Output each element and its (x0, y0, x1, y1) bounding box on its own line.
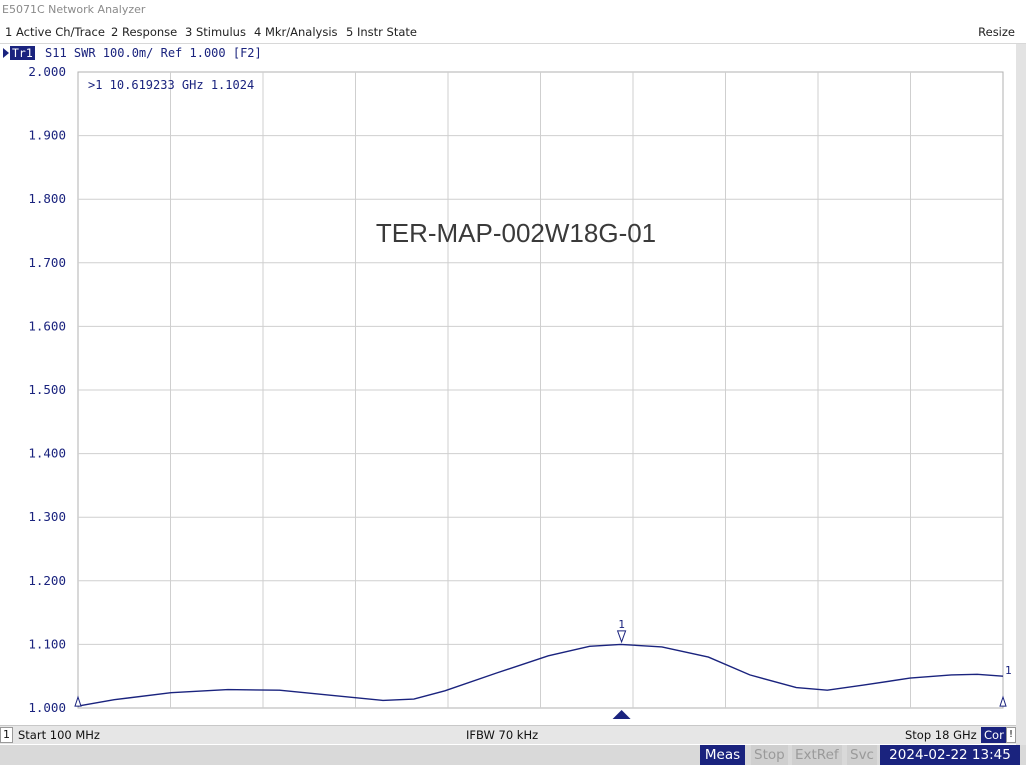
y-tick-label: 1.500 (28, 382, 66, 397)
marker-readout: >1 10.619233 GHz 1.1024 (88, 78, 254, 92)
channel-status-bar: 1 Start 100 MHz IFBW 70 kHz Stop 18 GHz … (0, 725, 1016, 744)
instrument-status-bar: Meas Stop ExtRef Svc 2024-02-22 13:45 (0, 745, 1026, 765)
stop-frequency[interactable]: Stop 18 GHz (905, 728, 977, 742)
y-tick-label: 1.700 (28, 255, 66, 270)
y-tick-label: 1.400 (28, 446, 66, 461)
marker-position-indicator (612, 710, 631, 719)
menu-divider (0, 43, 1026, 44)
marker-1-label: 1 (618, 618, 625, 631)
cor-badge: Cor (981, 727, 1007, 743)
swr-chart: 2.000 1.900 1.800 1.700 1.600 1.500 1.400 1.300… (28, 64, 1012, 719)
y-tick-label: 2.000 (28, 64, 66, 79)
y-tick-label: 1.300 (28, 509, 66, 524)
channel-number[interactable]: 1 (0, 727, 13, 743)
trace-active-arrow-icon (3, 48, 9, 58)
menu-active-ch-trace[interactable]: 1 Active Ch/Trace (5, 25, 105, 39)
y-tick-label: 1.900 (28, 128, 66, 143)
chart-grid (77, 71, 1004, 709)
trace-info: S11 SWR 100.0m/ Ref 1.000 [F2] (45, 46, 262, 60)
trace-header: Tr1 S11 SWR 100.0m/ Ref 1.000 [F2] (0, 45, 1014, 62)
trace-end-label: 1 (1005, 664, 1012, 677)
menu-bar: 1 Active Ch/Trace 2 Response 3 Stimulus … (0, 21, 1026, 43)
trace-label[interactable]: Tr1 (10, 46, 35, 60)
svc-indicator: Svc (847, 745, 877, 765)
y-tick-label: 1.000 (28, 700, 66, 715)
resize-button[interactable]: Resize (978, 25, 1015, 39)
y-tick-label: 1.200 (28, 573, 66, 588)
menu-mkr-analysis[interactable]: 4 Mkr/Analysis (254, 25, 338, 39)
warning-badge: ! (1006, 727, 1016, 743)
y-tick-label: 1.600 (28, 318, 66, 333)
title-bar: E5071C Network Analyzer (0, 0, 1026, 21)
y-tick-label: 1.100 (28, 636, 66, 651)
side-strip (1016, 44, 1026, 745)
y-tick-label: 1.800 (28, 191, 66, 206)
ifbw[interactable]: IFBW 70 kHz (466, 728, 538, 742)
app-title: E5071C Network Analyzer (2, 3, 146, 16)
annotation-text: TER-MAP-002W18G-01 (376, 218, 656, 248)
menu-instr-state[interactable]: 5 Instr State (346, 25, 417, 39)
stop-indicator: Stop (751, 745, 788, 765)
datetime: 2024-02-22 13:45 (880, 745, 1020, 765)
meas-button[interactable]: Meas (700, 745, 745, 765)
start-frequency[interactable]: Start 100 MHz (18, 728, 100, 742)
extref-indicator: ExtRef (792, 745, 842, 765)
menu-stimulus[interactable]: 3 Stimulus (185, 25, 246, 39)
menu-response[interactable]: 2 Response (111, 25, 177, 39)
y-axis-ticks: 2.000 1.900 1.800 1.700 1.600 1.500 1.400 1.300… (28, 64, 66, 715)
